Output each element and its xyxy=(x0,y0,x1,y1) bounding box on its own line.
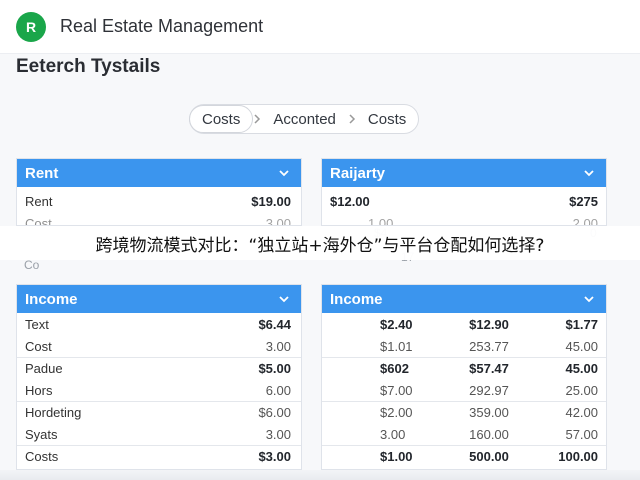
chevron-down-icon[interactable] xyxy=(277,166,291,180)
cell: 42.00 xyxy=(565,405,599,420)
table-row: $2.00 359.00 42.00 xyxy=(322,401,606,423)
table-row: Padue $5.00 xyxy=(17,357,301,379)
row-label: Rent xyxy=(25,193,53,209)
cell: 57.00 xyxy=(565,426,599,442)
panel-title: Raijarty xyxy=(330,164,386,182)
table-row: Costs $3.00 xyxy=(17,445,301,467)
table-row: Hors 6.00 xyxy=(17,379,301,401)
row-label: Cost xyxy=(25,215,52,226)
cell: 25.00 xyxy=(565,382,599,398)
row-value: $19.00 xyxy=(251,193,291,209)
income-panel-left: Income Text $6.44 Cost 3.00 Padue $5.00 … xyxy=(16,284,302,470)
cell: 500.00 xyxy=(469,449,509,464)
table-row: Rent $19.00 xyxy=(17,190,301,212)
table-row: $1.00 500.00 100.00 xyxy=(322,445,606,467)
overlay-text: 跨境物流模式对比：“独立站+海外仓”与平台仓配如何选择? xyxy=(95,235,545,256)
table-row: Syats 3.00 xyxy=(17,423,301,445)
table-row: $602 $57.47 45.00 xyxy=(322,357,606,379)
app-title: Real Estate Management xyxy=(60,16,264,36)
app-logo: R xyxy=(16,11,46,42)
cell: 3.00 xyxy=(380,426,406,442)
cell: 1.00 xyxy=(368,215,394,226)
cell: $7.00 xyxy=(380,382,413,398)
obscured-cell: Co xyxy=(24,258,40,272)
cell: $12.90 xyxy=(469,316,509,332)
cell: $12.00 xyxy=(330,193,370,209)
row-label: Hors xyxy=(25,382,53,398)
overlay-caption: 跨境物流模式对比：“独立站+海外仓”与平台仓配如何选择? xyxy=(0,226,640,260)
row-value: $6.44 xyxy=(258,316,291,332)
cell: $1.01 xyxy=(380,338,413,354)
chevron-down-icon[interactable] xyxy=(582,166,596,180)
table-row: Cost 3.00 xyxy=(17,212,301,226)
row-label: Cost xyxy=(25,338,52,354)
breadcrumb-item[interactable]: Acconted xyxy=(261,105,348,133)
cell: 292.97 xyxy=(469,382,509,398)
row-label: Padue xyxy=(25,361,63,376)
row-label: Text xyxy=(25,316,49,332)
row-value: $3.00 xyxy=(258,449,291,464)
row-value: 6.00 xyxy=(265,382,291,398)
raijarty-panel-header[interactable]: Raijarty xyxy=(322,159,606,187)
raijarty-panel: Raijarty $12.00 $275 1.00 2.00 xyxy=(321,158,607,226)
panel-title: Rent xyxy=(25,164,59,182)
breadcrumb: Costs Acconted Costs xyxy=(189,104,420,134)
chevron-down-icon[interactable] xyxy=(582,292,596,306)
panel-title: Income xyxy=(330,290,383,308)
income-panel-right: Income $2.40 $12.90 $1.77 $1.01 253.77 4… xyxy=(321,284,607,470)
row-value: $6.00 xyxy=(258,405,291,420)
panel-title: Income xyxy=(25,290,78,308)
table-row: 1.00 2.00 xyxy=(322,212,606,226)
chevron-down-icon[interactable] xyxy=(277,292,291,306)
row-value: $5.00 xyxy=(258,361,291,376)
cell: $57.47 xyxy=(469,361,509,376)
row-label: Costs xyxy=(25,449,59,464)
table-row: Text $6.44 xyxy=(17,313,301,335)
row-value: 3.00 xyxy=(265,426,291,442)
table-row: $1.01 253.77 45.00 xyxy=(322,335,606,357)
cell: 160.00 xyxy=(469,426,509,442)
cell: $2.40 xyxy=(380,316,413,332)
chevron-right-icon xyxy=(254,114,261,124)
row-label: Hordeting xyxy=(25,405,82,420)
cell: $275 xyxy=(569,193,599,209)
table-row: Cost 3.00 xyxy=(17,335,301,357)
row-value: 3.00 xyxy=(265,338,291,354)
cell: 2.00 xyxy=(572,215,598,226)
app-header: R Real Estate Management xyxy=(0,0,640,54)
table-row: 3.00 160.00 57.00 xyxy=(322,423,606,445)
breadcrumb-item[interactable]: Costs xyxy=(189,105,254,133)
page-title: Eeterch Tystails xyxy=(16,56,161,77)
cell: $1.77 xyxy=(565,316,599,332)
cell: 253.77 xyxy=(469,338,509,354)
cell: 45.00 xyxy=(565,338,599,354)
breadcrumb-item[interactable]: Costs xyxy=(356,105,418,133)
rent-panel: Rent Rent $19.00 Cost 3.00 xyxy=(16,158,302,226)
rent-panel-header[interactable]: Rent xyxy=(17,159,301,187)
cell: $1.00 xyxy=(380,449,413,464)
income-panel-header[interactable]: Income xyxy=(17,285,301,313)
cell: $2.00 xyxy=(380,405,413,420)
table-row: Hordeting $6.00 xyxy=(17,401,301,423)
row-label: Syats xyxy=(25,426,58,442)
row-value: 3.00 xyxy=(265,215,291,226)
table-row: $7.00 292.97 25.00 xyxy=(322,379,606,401)
cell: 45.00 xyxy=(565,361,599,376)
income-panel-header[interactable]: Income xyxy=(322,285,606,313)
bottom-edge xyxy=(0,470,640,480)
chevron-right-icon xyxy=(349,114,355,124)
table-row: $2.40 $12.90 $1.77 xyxy=(322,313,606,335)
table-row: $12.00 $275 xyxy=(322,190,606,212)
cell: 359.00 xyxy=(469,405,509,420)
cell: 100.00 xyxy=(558,449,599,464)
cell: $602 xyxy=(380,361,409,376)
